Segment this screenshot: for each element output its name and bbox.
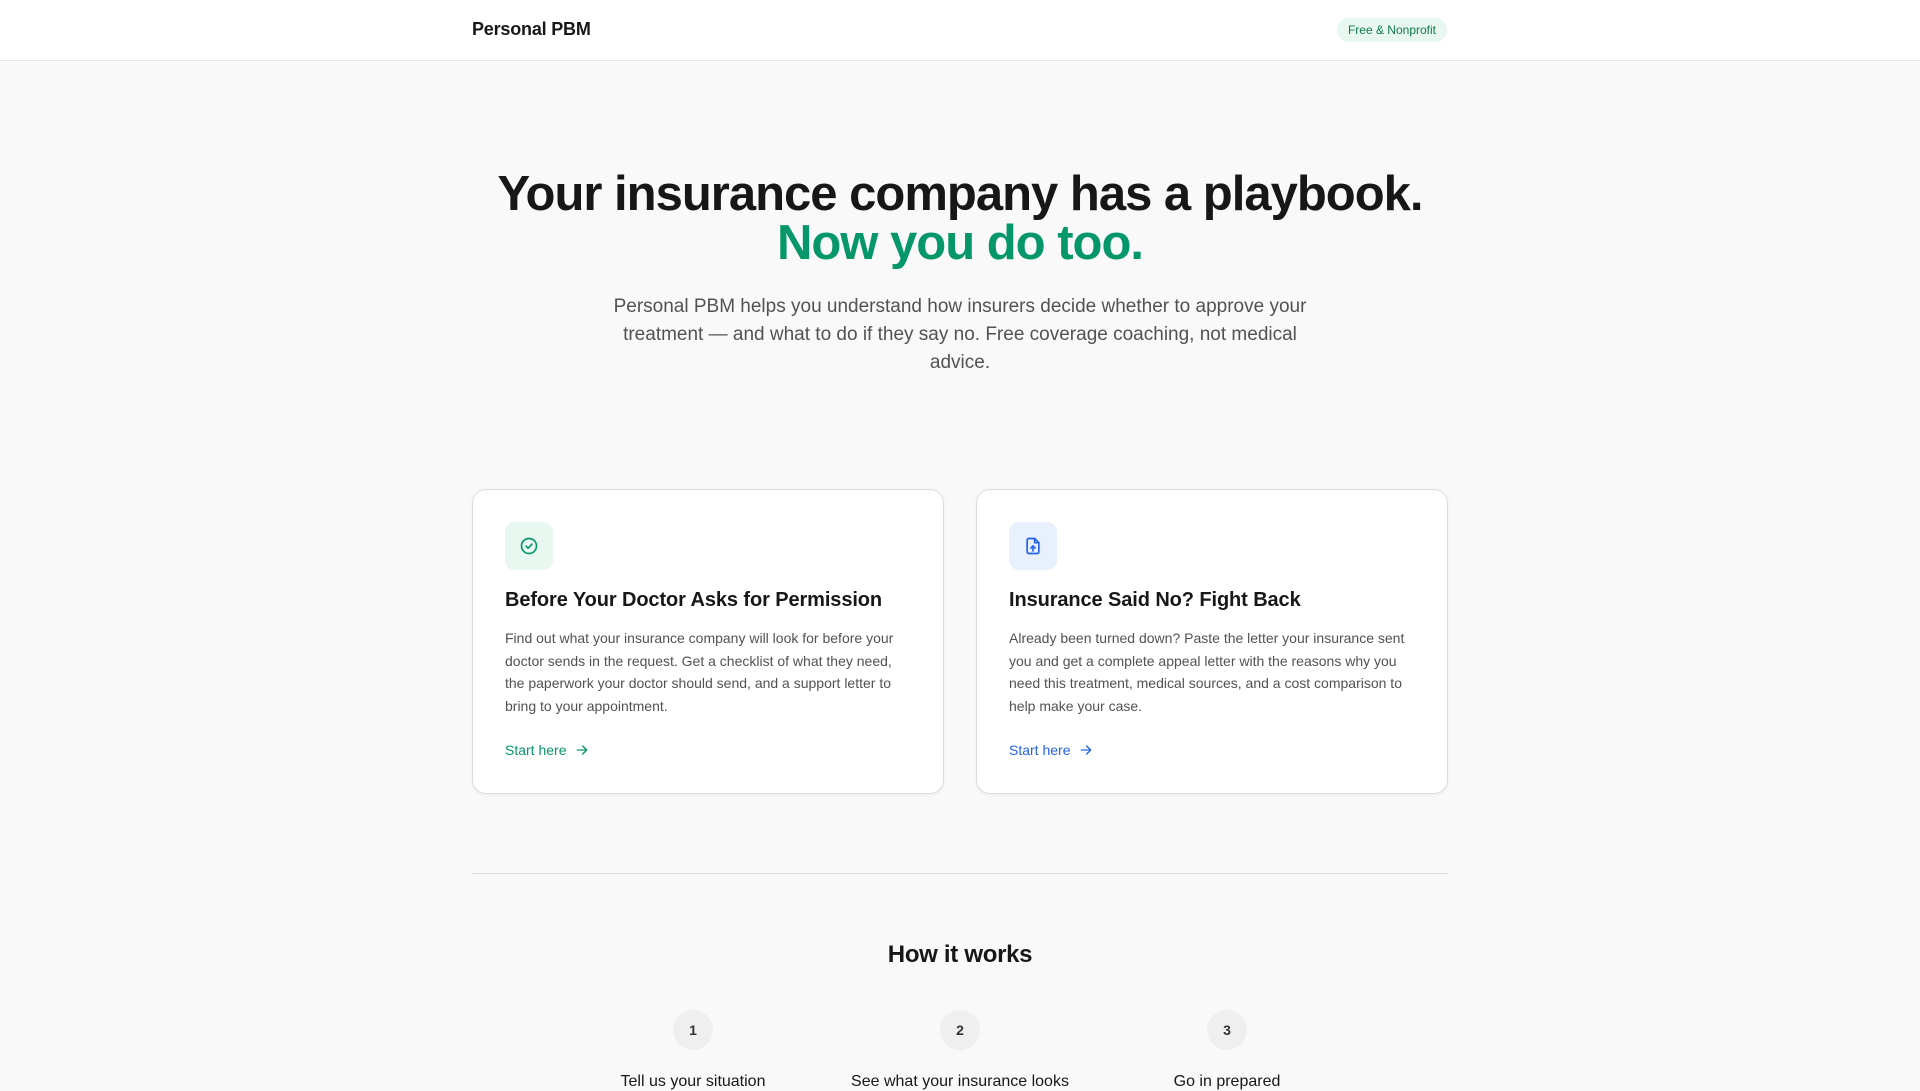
file-upload-icon [1009, 522, 1057, 570]
hero-headline-accent: Now you do too. [776, 216, 1144, 270]
appeal-card-description: Already been turned down? Paste the lett… [1009, 630, 1405, 714]
step-3: 3 Go in prepared [1107, 1010, 1347, 1091]
prior-auth-card-title: Before Your Doctor Asks for Permission [505, 589, 883, 611]
arrow-right-icon [1081, 745, 1092, 755]
step-1: 1 Tell us your situation [573, 1010, 813, 1091]
check-circle-icon [505, 522, 553, 570]
prior-auth-card-description: Find out what your insurance company wil… [505, 630, 894, 714]
appeal-start-link[interactable]: Start here [1009, 742, 1094, 758]
free-nonprofit-badge: Free & Nonprofit [1336, 18, 1447, 42]
how-it-works-title: How it works [887, 941, 1033, 968]
prior-auth-start-link[interactable]: Start here [505, 742, 590, 758]
brand-logo[interactable]: Personal PBM [472, 19, 591, 40]
hero-headline: Your insurance company has a playbook. [497, 167, 1423, 221]
step-number: 1 [673, 1010, 713, 1050]
appeal-start-label: Start here [1009, 742, 1071, 758]
top-nav-bar: Personal PBM Free & Nonprofit [0, 0, 1920, 61]
arrow-right-icon [577, 745, 588, 755]
prior-auth-start-label: Start here [505, 742, 567, 758]
step-label: Go in prepared [1173, 1073, 1281, 1090]
appeal-card[interactable]: Insurance Said No? Fight Back Already be… [976, 489, 1448, 794]
prior-auth-card[interactable]: Before Your Doctor Asks for Permission F… [472, 489, 944, 794]
section-divider [472, 873, 1448, 874]
step-number: 2 [940, 1010, 980, 1050]
step-label: See what your insurance looks [851, 1073, 1069, 1090]
step-label: Tell us your situation [620, 1073, 766, 1090]
appeal-card-title: Insurance Said No? Fight Back [1009, 589, 1301, 611]
hero-description: Personal PBM helps you understand how in… [613, 296, 1307, 373]
step-number: 3 [1207, 1010, 1247, 1050]
step-2: 2 See what your insurance looks [840, 1010, 1080, 1091]
